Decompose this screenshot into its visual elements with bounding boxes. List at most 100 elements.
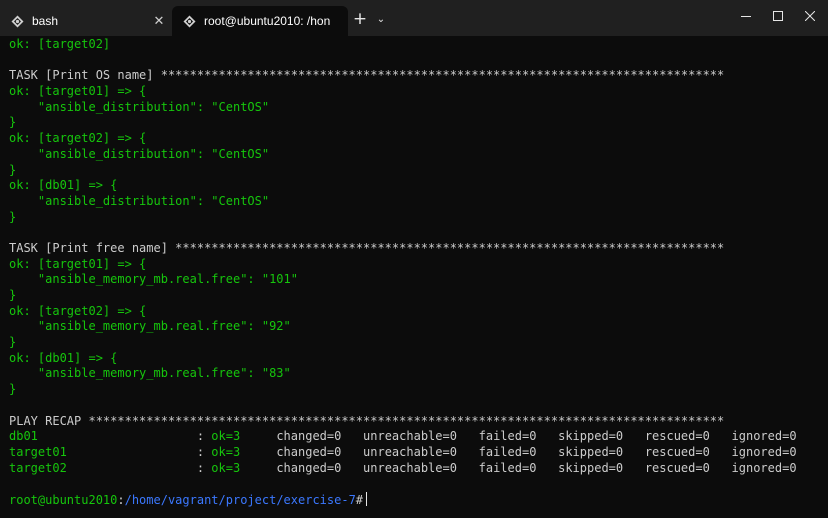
recap-separator: : [196,444,212,459]
terminal-text: } [9,162,17,177]
terminal-line: "ansible_memory_mb.real.free": "101" [9,272,824,288]
recap-rescued: rescued=0 [644,444,732,459]
tab-title: root@ubuntu2010: /hon [204,14,331,28]
terminal-line: TASK [Print free name] *****************… [9,241,824,257]
terminal-text: } [9,209,17,224]
terminal-line: ok: [target02] => { [9,131,824,147]
recap-failed: failed=0 [478,444,559,459]
terminal-output[interactable]: ok: [target02] TASK [Print OS name] *****… [9,37,824,508]
recap-host: target02 [9,460,197,475]
terminal-text: ok: [target02] [9,37,111,51]
title-bar: bash ✕ root@ubuntu2010: /hon + ⌄ [0,0,828,36]
terminal-line: } [9,288,824,304]
recap-skipped: skipped=0 [558,444,645,459]
terminal-text: ok: [target02] => { [9,131,147,146]
terminal-text: "ansible_distribution": "CentOS" [9,193,270,208]
terminal-line: ok: [target01] => { [9,257,824,273]
minimize-icon [741,16,751,17]
terminal-text: } [9,115,17,130]
terminal-text: TASK [Print OS name] *******************… [9,68,725,83]
terminal-line: "ansible_memory_mb.real.free": "92" [9,319,824,335]
recap-ok: ok=3 [211,460,277,475]
terminal-text: } [9,288,17,302]
recap-separator: : [196,460,212,475]
terminal-line: TASK [Print OS name] *******************… [9,68,824,84]
recap-failed: failed=0 [478,429,559,444]
recap-changed: changed=0 [276,460,364,475]
terminal-text: ok: [target01] => { [9,84,147,99]
recap-skipped: skipped=0 [558,429,645,444]
recap-ok: ok=3 [211,444,277,459]
tab-root-ubuntu[interactable]: root@ubuntu2010: /hon [172,6,348,36]
terminal-line: ok: [db01] => { [9,351,824,367]
terminal-line: "ansible_distribution": "CentOS" [9,147,824,163]
terminal-text: "ansible_memory_mb.real.free": "92" [9,319,291,334]
linux-icon [10,14,24,28]
recap-unreachable: unreachable=0 [363,429,479,444]
recap-row: target02 : ok=3 changed=0 unreachable=0 … [9,461,824,477]
text-cursor [366,491,368,506]
terminal-text: } [9,335,17,350]
maximize-icon [773,11,783,21]
terminal-text: ok: [db01] => { [9,178,118,193]
terminal-line: ok: [target02] => { [9,304,824,320]
terminal-text: } [9,382,17,397]
linux-icon [182,14,196,28]
recap-ignored: ignored=0 [731,444,797,459]
terminal-line: ok: [target01] => { [9,84,824,100]
prompt-user-host: root@ubuntu2010 [9,492,118,507]
terminal-line: } [9,335,824,351]
terminal-line: } [9,210,824,226]
recap-skipped: skipped=0 [558,460,645,475]
tab-bash[interactable]: bash ✕ [0,6,172,36]
prompt-symbol: # [355,492,364,507]
terminal-line: "ansible_distribution": "CentOS" [9,100,824,116]
recap-host: db01 [9,429,197,444]
terminal-line: "ansible_memory_mb.real.free": "83" [9,366,824,382]
recap-row: db01 : ok=3 changed=0 unreachable=0 fail… [9,429,824,445]
recap-row: target01 : ok=3 changed=0 unreachable=0 … [9,445,824,461]
terminal-text: "ansible_memory_mb.real.free": "101" [9,272,298,287]
terminal-line: } [9,163,824,179]
recap-ignored: ignored=0 [731,460,797,475]
recap-ignored: ignored=0 [731,429,797,444]
prompt-path: /home/vagrant/project/exercise-7 [124,492,356,507]
terminal-line: ok: [target02] [9,37,824,53]
terminal-line: } [9,382,824,398]
recap-rescued: rescued=0 [644,429,732,444]
terminal-text: "ansible_distribution": "CentOS" [9,146,270,161]
chevron-down-icon[interactable]: ⌄ [370,8,392,30]
recap-host: target01 [9,444,197,459]
terminal-line: PLAY RECAP *****************************… [9,414,824,430]
recap-changed: changed=0 [276,429,364,444]
terminal-line: } [9,115,824,131]
tab-title: bash [32,14,59,28]
recap-changed: changed=0 [276,444,364,459]
terminal-text: "ansible_distribution": "CentOS" [9,99,270,114]
recap-unreachable: unreachable=0 [363,444,479,459]
shell-prompt[interactable]: root@ubuntu2010:/home/vagrant/project/ex… [9,491,824,508]
terminal-text: ok: [target02] => { [9,303,147,318]
prompt-separator: : [117,492,125,507]
terminal-text: "ansible_memory_mb.real.free": "83" [9,366,291,381]
terminal-text: ok: [target01] => { [9,256,147,271]
recap-failed: failed=0 [478,460,559,475]
close-icon[interactable]: ✕ [152,13,166,29]
recap-unreachable: unreachable=0 [363,460,479,475]
recap-rescued: rescued=0 [644,460,732,475]
terminal-text: ok: [db01] => { [9,350,118,365]
recap-separator: : [196,429,212,444]
new-tab-button[interactable]: + [349,8,371,30]
scrollbar[interactable] [824,36,828,518]
recap-ok: ok=3 [211,429,277,444]
terminal-text: PLAY RECAP *****************************… [9,413,725,428]
close-window-button[interactable] [790,0,828,32]
terminal-text: TASK [Print free name] *****************… [9,240,725,255]
close-icon [805,11,815,21]
terminal-line: ok: [db01] => { [9,178,824,194]
terminal-line: "ansible_distribution": "CentOS" [9,194,824,210]
